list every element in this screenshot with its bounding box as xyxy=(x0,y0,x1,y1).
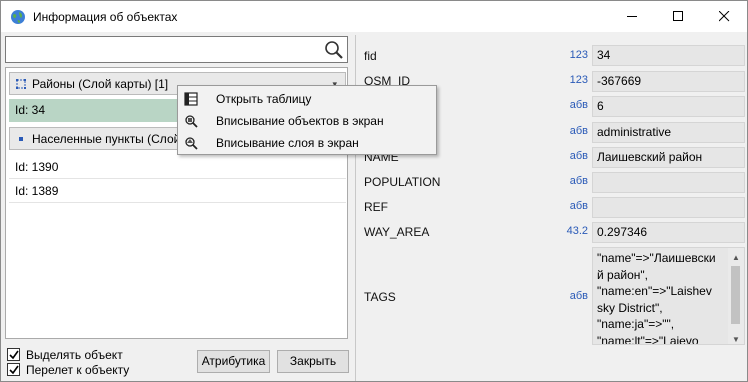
attr-value[interactable]: 0.297346 xyxy=(592,222,745,243)
attr-type: 123 xyxy=(569,49,588,61)
attr-value[interactable] xyxy=(592,197,745,218)
close-icon xyxy=(719,11,730,22)
maximize-button[interactable] xyxy=(655,1,701,32)
object-id-label: Id: 1390 xyxy=(15,160,59,174)
attr-name: REF xyxy=(364,200,388,214)
menu-item-open-table[interactable]: Открыть таблицу xyxy=(178,88,436,110)
search-box[interactable] xyxy=(5,36,348,63)
attr-type: абв xyxy=(569,99,588,111)
point-layer-icon xyxy=(19,137,23,141)
attr-type: абв xyxy=(569,290,588,302)
tags-value: "name"=>"Лаишевский район", "name:en"=>"… xyxy=(597,251,716,345)
attr-type: абв xyxy=(569,150,588,162)
fly-to-object-checkbox[interactable] xyxy=(7,363,20,376)
menu-item-fit-objects[interactable]: Вписывание объектов в экран xyxy=(178,110,436,132)
checkmark-icon xyxy=(9,365,19,375)
attr-name: WAY_AREA xyxy=(364,225,430,239)
menu-item-fit-layer[interactable]: Вписывание слоя в экран xyxy=(178,132,436,154)
attr-value[interactable]: -367669 xyxy=(592,71,745,92)
minimize-button[interactable] xyxy=(609,1,655,32)
fly-to-object-label: Перелет к объекту xyxy=(26,363,130,377)
close-window-button[interactable] xyxy=(701,1,747,32)
zoom-objects-icon xyxy=(185,115,198,128)
attr-type: абв xyxy=(569,175,588,187)
scroll-thumb[interactable] xyxy=(731,266,740,324)
object-info-window: Информация об объектах Районы (Слой карт… xyxy=(0,0,748,382)
search-input[interactable] xyxy=(8,39,318,60)
title-bar[interactable]: Информация об объектах xyxy=(1,1,747,32)
context-menu: Открыть таблицу Вписывание объектов в эк… xyxy=(177,85,437,155)
object-row[interactable]: Id: 1390 xyxy=(9,156,346,179)
object-row[interactable]: Id: 1389 xyxy=(9,180,346,203)
checkmark-icon xyxy=(9,350,19,360)
menu-item-label: Вписывание объектов в экран xyxy=(216,114,384,128)
attr-name: fid xyxy=(364,49,377,63)
globe-icon xyxy=(11,10,25,24)
scroll-up-icon[interactable]: ▲ xyxy=(732,250,740,267)
scroll-down-icon[interactable]: ▼ xyxy=(732,332,740,344)
object-id-label: Id: 34 xyxy=(15,103,46,117)
attr-name: POPULATION xyxy=(364,175,441,189)
window-title: Информация об объектах xyxy=(33,10,178,24)
table-icon xyxy=(184,92,198,106)
layer-label: Районы (Слой карты) [1] xyxy=(32,77,169,91)
attr-type: 123 xyxy=(569,74,588,86)
attr-value[interactable]: 6 xyxy=(592,96,745,117)
tags-value-box[interactable]: "name"=>"Лаишевский район", "name:en"=>"… xyxy=(592,247,745,345)
highlight-object-label: Выделять объект xyxy=(26,348,123,362)
menu-item-label: Открыть таблицу xyxy=(216,92,312,106)
highlight-object-checkbox[interactable] xyxy=(7,348,20,361)
attr-type: абв xyxy=(569,200,588,212)
zoom-layer-icon xyxy=(185,137,198,150)
attr-value[interactable] xyxy=(592,172,745,193)
attr-type: абв xyxy=(569,125,588,137)
layer-label: Населенные пункты (Слой xyxy=(32,132,181,146)
attr-type: 43.2 xyxy=(566,225,588,237)
attr-value[interactable]: Лаишевский район xyxy=(592,147,745,168)
object-id-label: Id: 1389 xyxy=(15,184,59,198)
minimize-icon xyxy=(627,16,637,17)
layer-icon xyxy=(16,79,26,89)
attr-value[interactable]: administrative xyxy=(592,122,745,143)
attr-value[interactable]: 34 xyxy=(592,45,745,66)
maximize-icon xyxy=(673,11,683,21)
menu-item-label: Вписывание слоя в экран xyxy=(216,136,359,150)
close-button[interactable]: Закрыть xyxy=(277,350,349,373)
attr-name: TAGS xyxy=(364,290,396,304)
search-icon[interactable] xyxy=(324,40,344,60)
attributes-button[interactable]: Атрибутика xyxy=(197,350,270,373)
tags-scrollbar[interactable]: ▲ ▼ xyxy=(728,248,744,344)
